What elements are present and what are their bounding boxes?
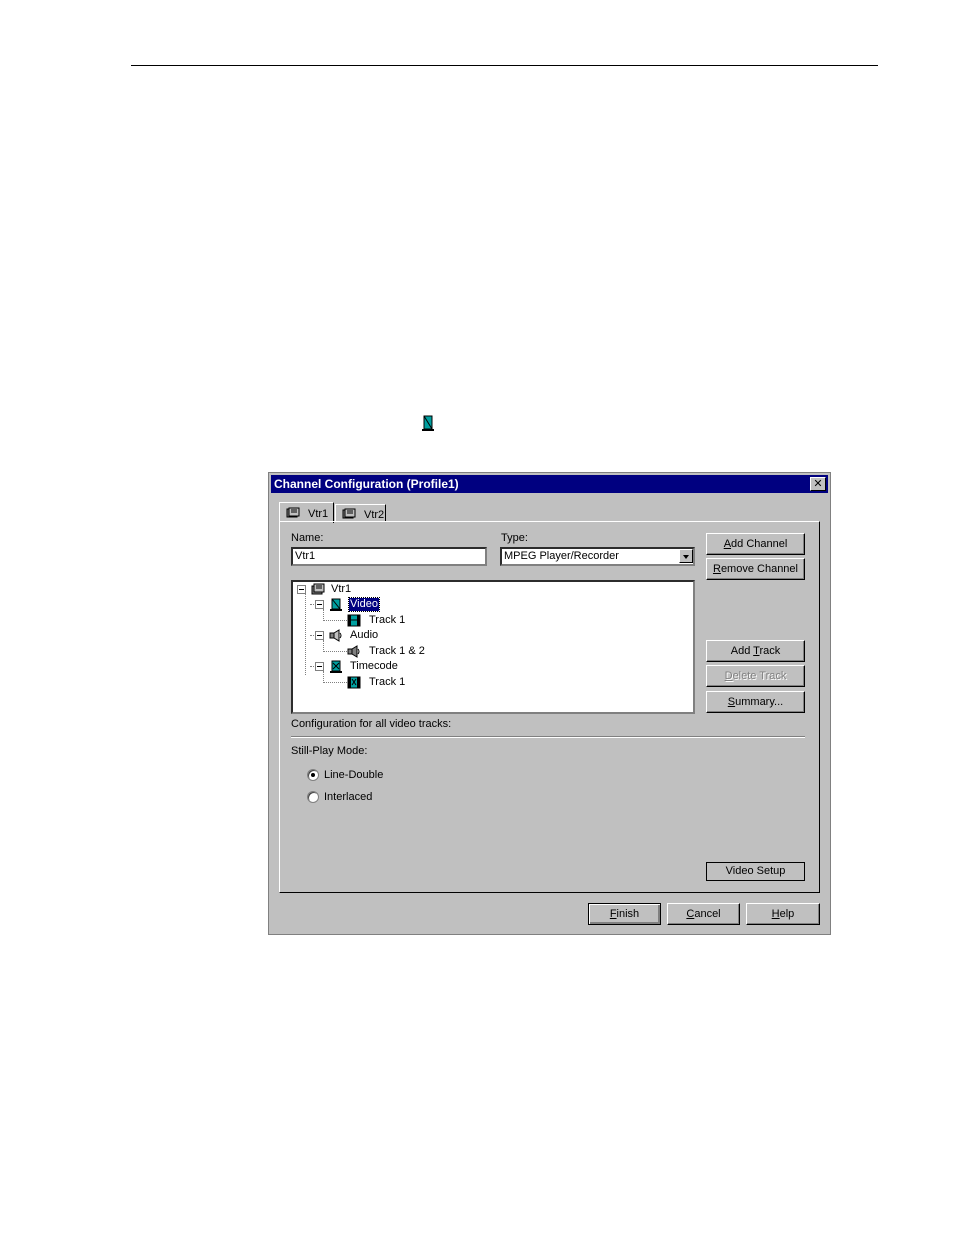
- finish-button[interactable]: Finish: [588, 903, 661, 925]
- film-track-icon: [347, 614, 361, 627]
- finish-label-key: F: [609, 908, 617, 920]
- dialog-title: Channel Configuration (Profile1): [274, 477, 459, 491]
- timecode-icon: [330, 660, 342, 673]
- vtr-icon: [286, 507, 300, 518]
- tree-node-video-track[interactable]: Track 1: [369, 614, 405, 627]
- radio-line-double[interactable]: [307, 769, 319, 781]
- video-track-icon: [422, 415, 434, 431]
- delete-track-label-post: elete Track: [732, 670, 787, 682]
- collapse-toggle-timecode[interactable]: [315, 662, 324, 671]
- tree-node-video[interactable]: Video: [348, 597, 380, 612]
- tree-node-timecode[interactable]: Timecode: [350, 660, 398, 673]
- type-select-value: MPEG Player/Recorder: [504, 550, 619, 562]
- timecode-track-icon: [347, 676, 361, 689]
- name-label: Name:: [291, 532, 324, 544]
- type-select[interactable]: MPEG Player/Recorder: [500, 547, 695, 566]
- collapse-toggle-root[interactable]: [297, 585, 306, 594]
- tree-node-timecode-track[interactable]: Track 1: [369, 676, 405, 689]
- vtr-icon: [342, 508, 356, 519]
- config-heading: Configuration for all video tracks:: [291, 718, 452, 730]
- help-button[interactable]: Help: [746, 903, 820, 925]
- channel-configuration-dialog: Channel Configuration (Profile1) ✕ Vtr1 …: [268, 472, 831, 935]
- tab-vtr2[interactable]: Vtr2: [335, 504, 386, 522]
- remove-channel-label-key: R: [712, 563, 721, 575]
- radio-line-double-label[interactable]: Line-Double: [324, 769, 383, 781]
- cancel-label-post: ancel: [694, 908, 721, 920]
- name-input-value: Vtr1: [295, 550, 316, 562]
- remove-channel-button[interactable]: Remove Channel: [706, 558, 805, 580]
- add-channel-button[interactable]: Add Channel: [706, 533, 805, 555]
- tree-connector: [323, 651, 347, 652]
- close-button[interactable]: ✕: [810, 477, 826, 491]
- video-setup-button[interactable]: Video Setup: [706, 862, 805, 881]
- finish-label-post: inish: [616, 908, 640, 920]
- tab-vtr1[interactable]: Vtr1: [279, 502, 334, 523]
- delete-track-button[interactable]: Delete Track: [706, 665, 805, 687]
- section-divider: [291, 736, 805, 738]
- collapse-toggle-video[interactable]: [315, 600, 324, 609]
- type-label: Type:: [501, 532, 528, 544]
- radio-interlaced[interactable]: [307, 791, 319, 803]
- add-track-button[interactable]: Add Track: [706, 640, 805, 662]
- add-channel-label-post: dd Channel: [731, 538, 788, 550]
- summary-button[interactable]: Summary...: [706, 691, 805, 713]
- page-header-rule: [131, 65, 878, 66]
- remove-channel-label-post: emove Channel: [720, 563, 798, 575]
- cancel-button[interactable]: Cancel: [667, 903, 740, 925]
- add-channel-label-key: A: [723, 538, 732, 550]
- tree-connector: [323, 620, 347, 621]
- tree-connector: [305, 593, 306, 675]
- video-setup-label: Video Setup: [725, 865, 786, 877]
- name-input[interactable]: Vtr1: [291, 547, 487, 566]
- speaker-icon: [329, 629, 342, 642]
- collapse-toggle-audio[interactable]: [315, 631, 324, 640]
- radio-interlaced-label[interactable]: Interlaced: [324, 791, 372, 803]
- still-play-label: Still-Play Mode:: [291, 745, 368, 757]
- chevron-down-icon[interactable]: [679, 549, 693, 563]
- delete-track-label-key: D: [724, 670, 733, 682]
- add-track-label-post: rack: [759, 645, 781, 657]
- channel-tree[interactable]: Vtr1 Video Track 1 Audio Track 1 & 2 Tim…: [291, 580, 695, 714]
- tree-connector: [323, 682, 347, 683]
- summary-label-post: ummary...: [735, 696, 784, 708]
- tree-node-audio[interactable]: Audio: [350, 629, 378, 642]
- video-icon: [330, 598, 342, 611]
- help-label-key: H: [771, 908, 780, 920]
- add-track-label-pre: Add: [730, 645, 754, 657]
- speaker-icon: [347, 645, 360, 658]
- vtr-icon: [311, 583, 325, 595]
- tree-node-root[interactable]: Vtr1: [331, 583, 351, 596]
- dialog-title-bar: Channel Configuration (Profile1) ✕: [271, 475, 828, 493]
- help-label-post: elp: [779, 908, 795, 920]
- close-icon: ✕: [813, 478, 823, 490]
- tree-node-audio-track[interactable]: Track 1 & 2: [369, 645, 425, 658]
